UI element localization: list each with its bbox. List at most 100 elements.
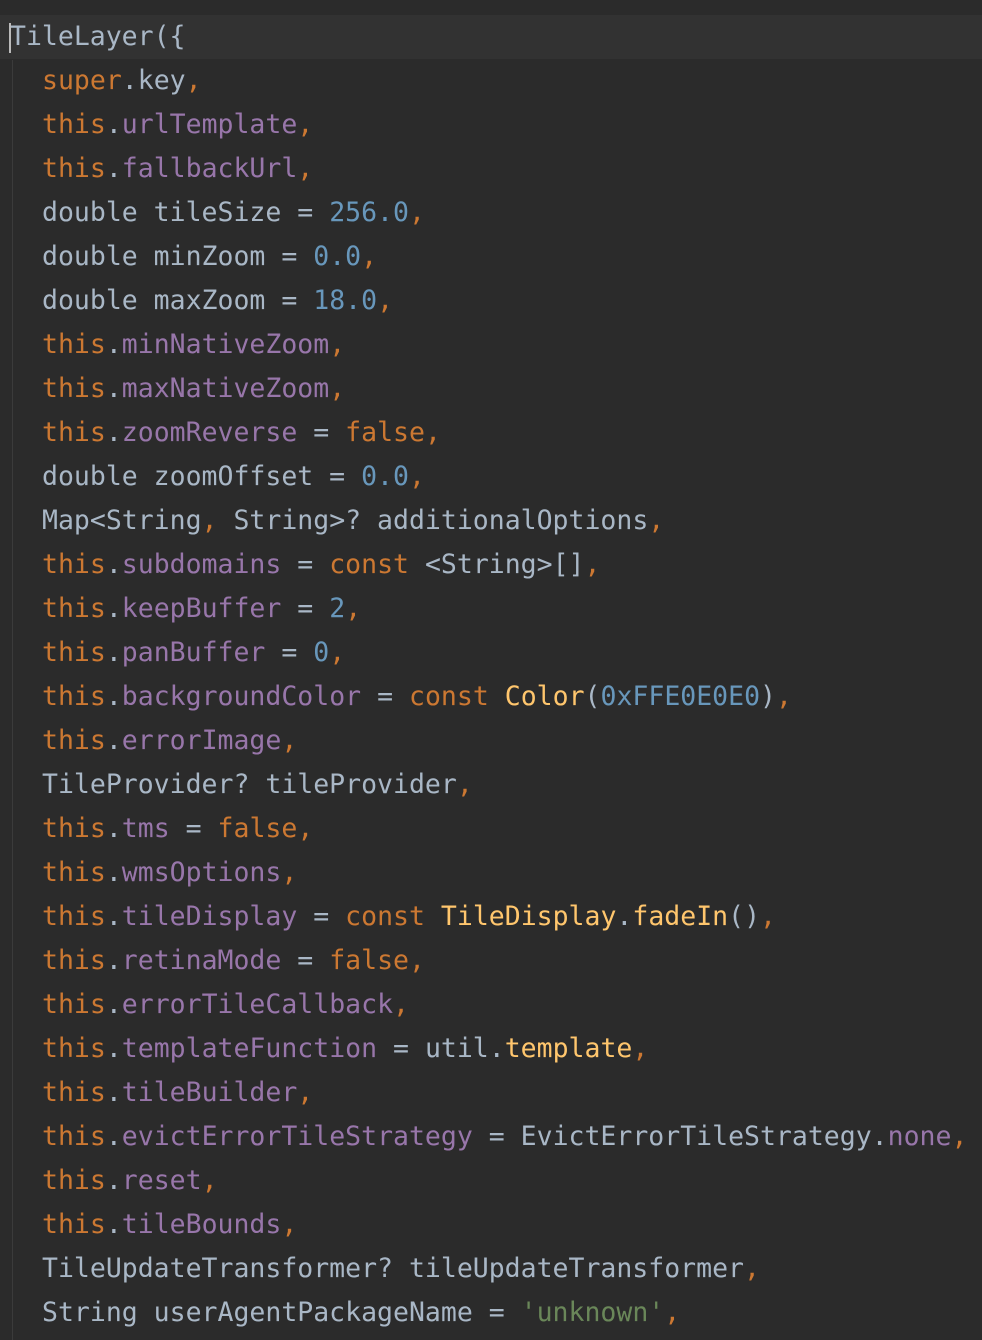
code-token-call: Color <box>504 681 585 712</box>
code-token-keyword: false <box>329 945 409 976</box>
code-token-comma: , <box>281 1209 298 1240</box>
code-token-text: . <box>105 637 122 668</box>
code-token-keyword: this <box>42 1121 106 1152</box>
code-token-comma: , <box>281 857 298 888</box>
code-line[interactable]: Map<String, String>? additionalOptions, <box>0 499 982 543</box>
code-line[interactable]: this.templateFunction = util.template, <box>0 1027 982 1071</box>
code-token-keyword: this <box>42 153 106 184</box>
code-token-keyword: this <box>42 681 106 712</box>
code-line[interactable]: double maxZoom = 18.0, <box>0 279 982 323</box>
code-line[interactable]: this.subdomains = const <String>[], <box>0 543 982 587</box>
code-line[interactable]: this.panBuffer = 0, <box>0 631 982 675</box>
code-line[interactable]: this.tileBounds, <box>0 1203 982 1247</box>
code-line[interactable]: double minZoom = 0.0, <box>0 235 982 279</box>
code-token-text: . <box>105 1033 122 1064</box>
code-line[interactable]: double zoomOffset = 0.0, <box>0 455 982 499</box>
code-token-keyword: this <box>42 549 106 580</box>
code-line[interactable]: this.minNativeZoom, <box>0 323 982 367</box>
code-token-comma: , <box>408 461 425 492</box>
code-line[interactable]: this.zoomReverse = false, <box>0 411 982 455</box>
code-token-keyword: this <box>42 813 106 844</box>
code-line[interactable]: this.fallbackUrl, <box>0 147 982 191</box>
code-token-field: keepBuffer <box>121 593 282 624</box>
code-token-comma: , <box>951 1121 968 1152</box>
code-token-keyword: super <box>42 65 122 96</box>
code-token-text: . <box>105 1121 122 1152</box>
code-token-text: () <box>728 901 761 932</box>
code-token-text: = <box>281 549 330 580</box>
code-token-text: TileUpdateTransformer? tileUpdateTransfo… <box>42 1253 744 1284</box>
code-token-comma: , <box>632 1033 649 1064</box>
code-token-text: . <box>105 549 122 580</box>
code-token-keyword: this <box>42 109 106 140</box>
code-token-number: 0.0 <box>361 461 409 492</box>
code-token-number: 18.0 <box>313 285 378 316</box>
code-line[interactable]: this.evictErrorTileStrategy = EvictError… <box>0 1115 982 1159</box>
code-token-text: = util. <box>377 1033 505 1064</box>
code-editor[interactable]: TileLayer({super.key, this.urlTemplate, th… <box>0 0 982 1340</box>
code-line[interactable]: this.tms = false, <box>0 807 982 851</box>
code-token-keyword: this <box>42 945 106 976</box>
code-token-keyword: const <box>345 901 425 932</box>
code-line[interactable]: double tileSize = 256.0, <box>0 191 982 235</box>
code-token-keyword: this <box>42 329 106 360</box>
code-token-text: . <box>105 593 122 624</box>
code-token-comma: , <box>297 813 314 844</box>
code-token-comma: , <box>456 769 473 800</box>
code-line[interactable]: this.wmsOptions, <box>0 851 982 895</box>
code-token-text: <String>[] <box>409 549 585 580</box>
code-token-comma: , <box>345 593 362 624</box>
code-token-keyword: this <box>42 417 106 448</box>
code-token-text: . <box>105 681 122 712</box>
code-token-field: subdomains <box>121 549 282 580</box>
code-line[interactable]: this.tileBuilder, <box>0 1071 982 1115</box>
code-token-comma: , <box>664 1297 681 1328</box>
code-token-field: panBuffer <box>121 637 266 668</box>
code-line[interactable]: this.keepBuffer = 2, <box>0 587 982 631</box>
code-token-text: .key <box>121 65 186 96</box>
code-token-field: fallbackUrl <box>121 153 298 184</box>
code-line[interactable]: this.retinaMode = false, <box>0 939 982 983</box>
code-line[interactable]: TileProvider? tileProvider, <box>0 763 982 807</box>
code-line[interactable]: TileUpdateTransformer? tileUpdateTransfo… <box>0 1247 982 1291</box>
code-token-keyword: this <box>42 1077 106 1108</box>
code-token-keyword: this <box>42 725 106 756</box>
code-token-keyword: this <box>42 1033 106 1064</box>
code-token-text: double zoomOffset = <box>42 461 362 492</box>
code-line[interactable]: String userAgentPackageName = 'unknown', <box>0 1291 982 1335</box>
code-token-comma: , <box>329 373 346 404</box>
code-token-comma: , <box>185 65 202 96</box>
code-line[interactable]: this.maxNativeZoom, <box>0 367 982 411</box>
code-token-comma: , <box>201 1165 218 1196</box>
code-line[interactable]: this.reset, <box>0 1159 982 1203</box>
code-token-text: = <box>297 417 346 448</box>
code-token-field: evictErrorTileStrategy <box>121 1121 473 1152</box>
code-token-text: . <box>105 1077 122 1108</box>
code-line[interactable]: this.backgroundColor = const Color(0xFFE… <box>0 675 982 719</box>
code-token-field: maxNativeZoom <box>121 373 330 404</box>
code-token-text: = <box>265 637 314 668</box>
code-token-comma: , <box>329 637 346 668</box>
code-token-text: TileLayer({ <box>10 21 186 52</box>
code-line[interactable]: this.errorImage, <box>0 719 982 763</box>
code-line-current[interactable]: TileLayer({ <box>0 15 982 59</box>
code-token-text: . <box>105 417 122 448</box>
code-line[interactable]: this.tileDisplay = const TileDisplay.fad… <box>0 895 982 939</box>
code-token-text: = <box>281 945 330 976</box>
code-line[interactable]: this.errorTileCallback, <box>0 983 982 1027</box>
code-token-text: . <box>105 813 122 844</box>
code-token-call: fadeIn <box>632 901 729 932</box>
code-token-field: tms <box>121 813 170 844</box>
code-token-text: . <box>105 945 122 976</box>
code-token-comma: , <box>297 153 314 184</box>
code-token-text: double minZoom = <box>42 241 314 272</box>
text-caret <box>9 22 11 53</box>
code-token-keyword: this <box>42 637 106 668</box>
code-token-number: 0.0 <box>313 241 362 272</box>
code-line[interactable]: this.urlTemplate, <box>0 103 982 147</box>
code-line[interactable]: super.key, <box>0 59 982 103</box>
code-token-keyword: false <box>217 813 298 844</box>
code-token-number: 2 <box>329 593 346 624</box>
code-token-field: reset <box>121 1165 202 1196</box>
